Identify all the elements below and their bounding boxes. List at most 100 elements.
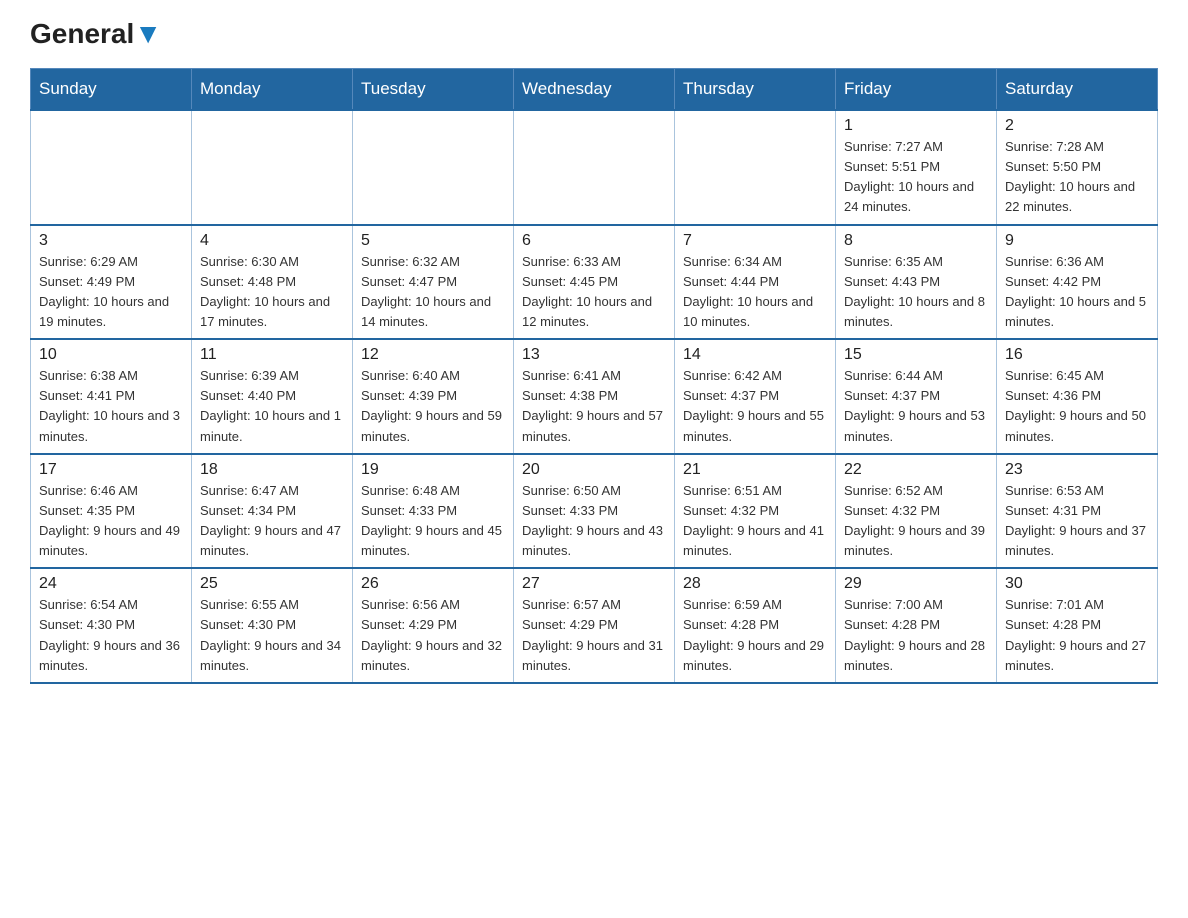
calendar-cell: 19 Sunrise: 6:48 AM Sunset: 4:33 PM Dayli… — [353, 454, 514, 569]
calendar-cell: 4 Sunrise: 6:30 AM Sunset: 4:48 PM Daylig… — [192, 225, 353, 340]
day-sun-info: Sunrise: 6:30 AM Sunset: 4:48 PM Dayligh… — [200, 252, 344, 333]
day-number: 6 — [522, 232, 666, 250]
logo: General▼ — [30, 20, 162, 48]
calendar-header-row: SundayMondayTuesdayWednesdayThursdayFrid… — [31, 69, 1158, 111]
day-number: 26 — [361, 575, 505, 593]
day-sun-info: Sunrise: 6:39 AM Sunset: 4:40 PM Dayligh… — [200, 366, 344, 447]
calendar-week-row: 3 Sunrise: 6:29 AM Sunset: 4:49 PM Daylig… — [31, 225, 1158, 340]
day-of-week-header: Thursday — [675, 69, 836, 111]
day-sun-info: Sunrise: 6:51 AM Sunset: 4:32 PM Dayligh… — [683, 481, 827, 562]
calendar-cell: 24 Sunrise: 6:54 AM Sunset: 4:30 PM Dayli… — [31, 568, 192, 683]
calendar-cell: 6 Sunrise: 6:33 AM Sunset: 4:45 PM Daylig… — [514, 225, 675, 340]
day-number: 10 — [39, 346, 183, 364]
day-sun-info: Sunrise: 6:52 AM Sunset: 4:32 PM Dayligh… — [844, 481, 988, 562]
calendar-week-row: 10Sunrise: 6:38 AM Sunset: 4:41 PM Dayli… — [31, 339, 1158, 454]
day-of-week-header: Tuesday — [353, 69, 514, 111]
calendar-cell: 25 Sunrise: 6:55 AM Sunset: 4:30 PM Dayli… — [192, 568, 353, 683]
day-number: 19 — [361, 461, 505, 479]
calendar-cell: 11 Sunrise: 6:39 AM Sunset: 4:40 PM Dayli… — [192, 339, 353, 454]
day-sun-info: Sunrise: 6:55 AM Sunset: 4:30 PM Dayligh… — [200, 595, 344, 676]
calendar-week-row: 1 Sunrise: 7:27 AM Sunset: 5:51 PM Daylig… — [31, 110, 1158, 225]
day-of-week-header: Wednesday — [514, 69, 675, 111]
calendar-cell — [675, 110, 836, 225]
day-sun-info: Sunrise: 7:27 AM Sunset: 5:51 PM Dayligh… — [844, 137, 988, 218]
calendar-cell: 5 Sunrise: 6:32 AM Sunset: 4:47 PM Daylig… — [353, 225, 514, 340]
calendar-cell: 3 Sunrise: 6:29 AM Sunset: 4:49 PM Daylig… — [31, 225, 192, 340]
day-number: 22 — [844, 461, 988, 479]
day-number: 5 — [361, 232, 505, 250]
day-number: 29 — [844, 575, 988, 593]
day-sun-info: Sunrise: 7:28 AM Sunset: 5:50 PM Dayligh… — [1005, 137, 1149, 218]
calendar-cell: 10Sunrise: 6:38 AM Sunset: 4:41 PM Dayli… — [31, 339, 192, 454]
day-number: 7 — [683, 232, 827, 250]
day-sun-info: Sunrise: 6:33 AM Sunset: 4:45 PM Dayligh… — [522, 252, 666, 333]
day-sun-info: Sunrise: 7:01 AM Sunset: 4:28 PM Dayligh… — [1005, 595, 1149, 676]
calendar-cell — [514, 110, 675, 225]
calendar-cell: 8 Sunrise: 6:35 AM Sunset: 4:43 PM Daylig… — [836, 225, 997, 340]
day-sun-info: Sunrise: 6:47 AM Sunset: 4:34 PM Dayligh… — [200, 481, 344, 562]
calendar-cell — [353, 110, 514, 225]
calendar-cell: 12 Sunrise: 6:40 AM Sunset: 4:39 PM Dayli… — [353, 339, 514, 454]
day-sun-info: Sunrise: 6:36 AM Sunset: 4:42 PM Dayligh… — [1005, 252, 1149, 333]
day-number: 15 — [844, 346, 988, 364]
day-of-week-header: Monday — [192, 69, 353, 111]
day-sun-info: Sunrise: 6:41 AM Sunset: 4:38 PM Dayligh… — [522, 366, 666, 447]
day-sun-info: Sunrise: 6:50 AM Sunset: 4:33 PM Dayligh… — [522, 481, 666, 562]
calendar-cell: 30 Sunrise: 7:01 AM Sunset: 4:28 PM Dayli… — [997, 568, 1158, 683]
calendar-week-row: 17Sunrise: 6:46 AM Sunset: 4:35 PM Dayli… — [31, 454, 1158, 569]
calendar-cell: 7 Sunrise: 6:34 AM Sunset: 4:44 PM Daylig… — [675, 225, 836, 340]
day-number: 4 — [200, 232, 344, 250]
calendar-cell — [192, 110, 353, 225]
calendar-cell: 18 Sunrise: 6:47 AM Sunset: 4:34 PM Dayli… — [192, 454, 353, 569]
calendar-week-row: 24 Sunrise: 6:54 AM Sunset: 4:30 PM Dayli… — [31, 568, 1158, 683]
calendar-cell: 14 Sunrise: 6:42 AM Sunset: 4:37 PM Dayli… — [675, 339, 836, 454]
calendar-cell: 21Sunrise: 6:51 AM Sunset: 4:32 PM Dayli… — [675, 454, 836, 569]
calendar-cell: 23 Sunrise: 6:53 AM Sunset: 4:31 PM Dayli… — [997, 454, 1158, 569]
calendar-cell: 15 Sunrise: 6:44 AM Sunset: 4:37 PM Dayli… — [836, 339, 997, 454]
day-sun-info: Sunrise: 7:00 AM Sunset: 4:28 PM Dayligh… — [844, 595, 988, 676]
day-number: 18 — [200, 461, 344, 479]
calendar-cell — [31, 110, 192, 225]
day-sun-info: Sunrise: 6:44 AM Sunset: 4:37 PM Dayligh… — [844, 366, 988, 447]
day-sun-info: Sunrise: 6:54 AM Sunset: 4:30 PM Dayligh… — [39, 595, 183, 676]
day-number: 1 — [844, 117, 988, 135]
day-number: 23 — [1005, 461, 1149, 479]
day-number: 12 — [361, 346, 505, 364]
day-number: 25 — [200, 575, 344, 593]
calendar-cell: 20 Sunrise: 6:50 AM Sunset: 4:33 PM Dayli… — [514, 454, 675, 569]
day-sun-info: Sunrise: 6:46 AM Sunset: 4:35 PM Dayligh… — [39, 481, 183, 562]
day-of-week-header: Saturday — [997, 69, 1158, 111]
logo-triangle-icon: ▼ — [134, 18, 162, 49]
day-number: 3 — [39, 232, 183, 250]
day-sun-info: Sunrise: 6:40 AM Sunset: 4:39 PM Dayligh… — [361, 366, 505, 447]
day-number: 24 — [39, 575, 183, 593]
day-number: 20 — [522, 461, 666, 479]
day-number: 30 — [1005, 575, 1149, 593]
calendar-cell: 13Sunrise: 6:41 AM Sunset: 4:38 PM Dayli… — [514, 339, 675, 454]
day-sun-info: Sunrise: 6:35 AM Sunset: 4:43 PM Dayligh… — [844, 252, 988, 333]
day-number: 28 — [683, 575, 827, 593]
day-sun-info: Sunrise: 6:32 AM Sunset: 4:47 PM Dayligh… — [361, 252, 505, 333]
calendar-cell: 29 Sunrise: 7:00 AM Sunset: 4:28 PM Dayli… — [836, 568, 997, 683]
calendar-cell: 1 Sunrise: 7:27 AM Sunset: 5:51 PM Daylig… — [836, 110, 997, 225]
day-sun-info: Sunrise: 6:56 AM Sunset: 4:29 PM Dayligh… — [361, 595, 505, 676]
day-number: 14 — [683, 346, 827, 364]
calendar-table: SundayMondayTuesdayWednesdayThursdayFrid… — [30, 68, 1158, 684]
day-number: 2 — [1005, 117, 1149, 135]
day-sun-info: Sunrise: 6:53 AM Sunset: 4:31 PM Dayligh… — [1005, 481, 1149, 562]
day-sun-info: Sunrise: 6:42 AM Sunset: 4:37 PM Dayligh… — [683, 366, 827, 447]
calendar-cell: 9 Sunrise: 6:36 AM Sunset: 4:42 PM Daylig… — [997, 225, 1158, 340]
day-sun-info: Sunrise: 6:48 AM Sunset: 4:33 PM Dayligh… — [361, 481, 505, 562]
calendar-cell: 2 Sunrise: 7:28 AM Sunset: 5:50 PM Daylig… — [997, 110, 1158, 225]
day-sun-info: Sunrise: 6:29 AM Sunset: 4:49 PM Dayligh… — [39, 252, 183, 333]
calendar-cell: 22 Sunrise: 6:52 AM Sunset: 4:32 PM Dayli… — [836, 454, 997, 569]
calendar-cell: 27Sunrise: 6:57 AM Sunset: 4:29 PM Dayli… — [514, 568, 675, 683]
day-number: 11 — [200, 346, 344, 364]
logo-general-text: General▼ — [30, 20, 162, 48]
calendar-cell: 16Sunrise: 6:45 AM Sunset: 4:36 PM Dayli… — [997, 339, 1158, 454]
calendar-cell: 17Sunrise: 6:46 AM Sunset: 4:35 PM Dayli… — [31, 454, 192, 569]
day-number: 8 — [844, 232, 988, 250]
page-header: General▼ — [30, 20, 1158, 48]
day-number: 9 — [1005, 232, 1149, 250]
day-sun-info: Sunrise: 6:34 AM Sunset: 4:44 PM Dayligh… — [683, 252, 827, 333]
